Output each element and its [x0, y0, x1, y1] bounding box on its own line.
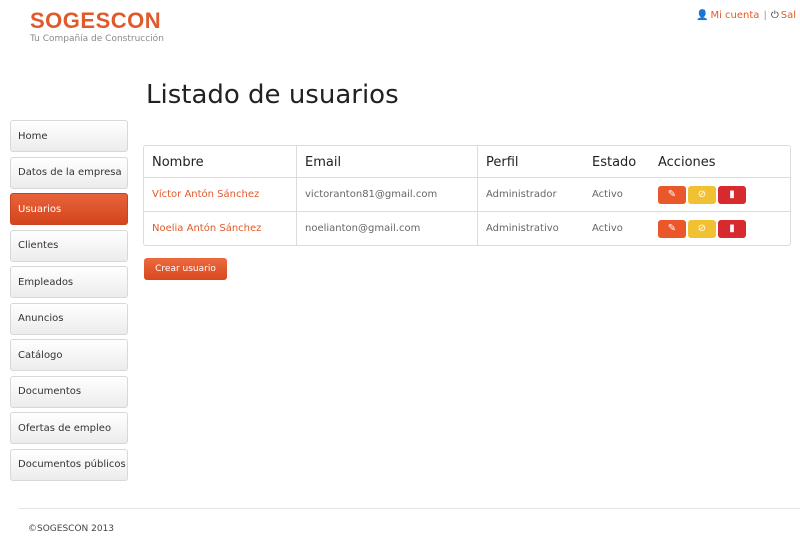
create-user-button[interactable]: Crear usuario — [144, 258, 227, 280]
page-title: Listado de usuarios — [146, 80, 399, 110]
sidebar-item-clients[interactable]: Clientes — [10, 229, 128, 262]
sidebar-item-label: Clientes — [18, 240, 59, 251]
sidebar-item-label: Catálogo — [18, 349, 63, 361]
edit-button[interactable]: ✎ — [658, 219, 686, 238]
table-row: Noelia Antón Sánchez noelianton@gmail.co… — [144, 211, 790, 245]
sidebar-item-users[interactable]: Usuarios — [10, 193, 128, 225]
pencil-icon: ✎ — [667, 188, 677, 200]
user-name-link[interactable]: Víctor Antón Sánchez — [144, 177, 297, 212]
delete-button[interactable]: ▮ — [718, 219, 746, 238]
brand-tagline: Tu Compañía de Construcción — [30, 34, 164, 44]
user-profile: Administrativo — [477, 211, 584, 245]
sidebar-nav: Home Datos de la empresa Usuarios Client… — [10, 120, 128, 485]
sidebar-item-documents[interactable]: Documentos — [10, 375, 128, 408]
column-header-profile: Perfil — [477, 146, 584, 178]
column-header-email: Email — [296, 146, 478, 178]
user-status: Activo — [584, 177, 650, 212]
user-links: 👤 Mi cuenta | ⏻ Sal — [696, 10, 796, 21]
row-actions: ✎ ⊘ ▮ — [650, 177, 790, 212]
my-account-link[interactable]: Mi cuenta — [710, 10, 759, 21]
user-name-link[interactable]: Noelia Antón Sánchez — [144, 211, 297, 245]
sidebar-item-label: Empleados — [18, 276, 74, 288]
trash-icon: ▮ — [729, 188, 735, 200]
sidebar-item-label: Home — [18, 130, 48, 142]
user-icon: 👤 — [696, 10, 709, 21]
table-header-row: Nombre Email Perfil Estado Acciones — [144, 146, 790, 178]
sidebar-item-label: Documentos — [18, 386, 82, 397]
trash-icon: ▮ — [729, 222, 735, 234]
disable-button[interactable]: ⊘ — [688, 219, 716, 238]
user-profile: Administrador — [477, 177, 584, 212]
user-email: victoranton81@gmail.com — [296, 177, 478, 212]
logout-link[interactable]: Sal — [781, 10, 796, 21]
pencil-icon: ✎ — [667, 222, 677, 234]
users-table: Nombre Email Perfil Estado Acciones Víct… — [143, 145, 791, 246]
sidebar-item-company-data[interactable]: Datos de la empresa — [10, 156, 128, 189]
delete-button[interactable]: ▮ — [718, 185, 746, 204]
sidebar-item-public-documents[interactable]: Documentos públicos — [10, 448, 128, 481]
column-header-name: Nombre — [152, 154, 204, 170]
sidebar-item-ads[interactable]: Anuncios — [10, 302, 128, 335]
sidebar-item-employees[interactable]: Empleados — [10, 266, 128, 298]
brand-name: SOGESCON — [30, 8, 162, 33]
ban-icon: ⊘ — [697, 222, 707, 234]
column-header-actions: Acciones — [658, 154, 716, 170]
sidebar-item-label: Datos de la empresa — [18, 167, 122, 178]
sidebar-item-label: Ofertas de empleo — [18, 422, 112, 434]
sidebar-item-label: Usuarios — [18, 203, 62, 215]
footer-copyright: ©SOGESCON 2013 — [28, 524, 115, 534]
edit-button[interactable]: ✎ — [658, 185, 686, 204]
sidebar-item-label: Anuncios — [18, 313, 64, 324]
sidebar-item-label: Documentos públicos — [18, 459, 126, 470]
row-actions: ✎ ⊘ ▮ — [650, 211, 790, 245]
ban-icon: ⊘ — [697, 188, 707, 200]
disable-button[interactable]: ⊘ — [688, 185, 716, 204]
sidebar-item-home[interactable]: Home — [10, 120, 128, 152]
sidebar-item-catalog[interactable]: Catálogo — [10, 339, 128, 371]
power-icon: ⏻ — [770, 10, 779, 21]
column-header-status: Estado — [592, 154, 637, 170]
logo[interactable]: SOGESCON Tu Compañía de Construcción — [30, 8, 164, 44]
user-email: noelianton@gmail.com — [296, 211, 478, 245]
footer-divider — [18, 508, 800, 509]
user-status: Activo — [584, 211, 650, 245]
table-row: Víctor Antón Sánchez victoranton81@gmail… — [144, 177, 790, 212]
link-separator: | — [763, 10, 767, 21]
sidebar-item-job-offers[interactable]: Ofertas de empleo — [10, 412, 128, 444]
